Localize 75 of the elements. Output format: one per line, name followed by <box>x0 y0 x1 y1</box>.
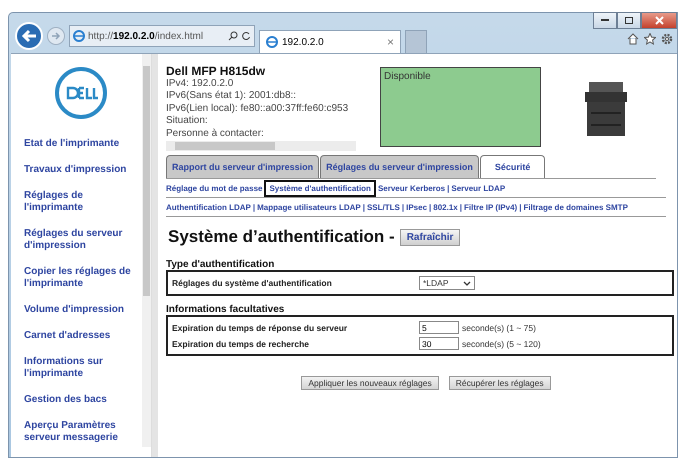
logo-icon <box>54 66 108 120</box>
nav-link[interactable]: Serveur LDAP <box>451 184 506 192</box>
separator-text: | <box>429 202 432 212</box>
sidebar-link[interactable]: Travaux d'impression <box>24 164 137 176</box>
nav-link[interactable]: IPsec <box>406 202 428 212</box>
settings-icon[interactable] <box>661 33 673 45</box>
unit-text: seconde(s) (5 ~ 120) <box>462 338 541 348</box>
nav-link[interactable]: Système d'authentification <box>264 180 376 196</box>
scrollbar[interactable] <box>166 141 356 151</box>
nav-link[interactable]: Réglage du mot de passe <box>166 184 262 192</box>
device-info-text: Situation: <box>166 115 209 128</box>
maximize-icon <box>625 17 633 24</box>
home-icon[interactable] <box>627 33 639 45</box>
device-info-text: IPv6(Sans état 1): 2001:db8:: <box>166 90 298 102</box>
sidebar-link[interactable]: Volume d'impression <box>24 304 137 316</box>
sidebar-link[interactable]: Informations sur l'imprimante <box>24 356 137 380</box>
browser-tab[interactable]: 192.0.2.0 × <box>259 30 401 53</box>
device-info-text: Personne à contacter: <box>166 128 265 140</box>
separator-text: | <box>460 202 462 212</box>
arrow-right-icon <box>51 31 61 41</box>
nav-link[interactable]: Authentification LDAP <box>166 202 251 212</box>
sidebar-link[interactable]: Gestion des bacs <box>24 394 137 406</box>
maximize-button[interactable] <box>617 12 641 29</box>
nav-link[interactable]: SSL/TLS <box>366 202 400 212</box>
select-field[interactable]: *LDAP <box>419 276 475 290</box>
separator-text: | <box>362 202 365 212</box>
separator-text: | <box>252 202 256 212</box>
browser-e-icon <box>73 30 85 42</box>
sidebar-link[interactable]: Réglages de l'imprimante <box>24 190 137 214</box>
device-info-text: IPv4: 192.0.2.0 <box>166 78 234 90</box>
section-title: Type d'authentification <box>166 259 276 270</box>
tab[interactable]: Réglages du serveur d'impression <box>320 155 479 178</box>
close-button[interactable] <box>641 12 677 29</box>
field-label: Expiration du temps de réponse du serveur <box>172 322 348 332</box>
separator-text: | <box>402 202 404 212</box>
tab[interactable]: Sécurité <box>480 155 546 178</box>
nav-link[interactable]: 802.1x <box>433 202 458 212</box>
nav-link[interactable]: Mappage utilisateurs LDAP <box>257 202 361 212</box>
tab[interactable]: Rapport du serveur d'impression <box>166 155 320 178</box>
nav-link[interactable]: Serveur Kerberos <box>378 184 446 192</box>
browser-e-icon <box>266 36 278 48</box>
field-label: Expiration du temps de recherche <box>172 338 310 348</box>
field-label: Réglages du système d'authentification <box>172 278 333 288</box>
page-title: Système d’authentification - <box>168 227 395 247</box>
sidebar-link[interactable]: Copier les réglages de l'imprimante <box>24 266 137 290</box>
nav-link[interactable]: Filtrage de domaines SMTP <box>523 202 628 212</box>
section-title: Informations facultatives <box>166 304 286 315</box>
input-field[interactable]: 5 <box>419 321 459 334</box>
address-bar[interactable]: http://192.0.2.0/index.html <box>69 25 255 47</box>
device-name: Dell MFP H815dw <box>166 65 266 78</box>
separator-text: | <box>519 202 522 212</box>
sidebar-link[interactable]: Réglages du serveur d'impression <box>24 228 137 252</box>
arrow-left-icon <box>21 29 37 43</box>
unit-text: seconde(s) (1 ~ 75) <box>462 322 536 332</box>
back-button[interactable] <box>15 22 43 50</box>
caret-icon <box>463 280 471 286</box>
refresh-icon[interactable] <box>241 31 251 41</box>
sidebar-link[interactable]: Carnet d'adresses <box>24 330 137 342</box>
search-icon[interactable] <box>228 31 238 41</box>
status-panel: Disponible <box>380 67 541 147</box>
scrollbar[interactable] <box>142 54 151 447</box>
star-icon[interactable] <box>644 33 656 45</box>
minimize-button[interactable] <box>593 12 617 29</box>
tab-close-button[interactable]: × <box>386 35 394 49</box>
action-button[interactable]: Récupérer les réglages <box>448 376 551 390</box>
action-button[interactable]: Appliquer les nouveaux réglages <box>301 376 439 390</box>
separator-text: | <box>447 184 450 192</box>
close-icon <box>654 16 664 25</box>
minimize-icon <box>601 19 609 22</box>
input-field[interactable]: 30 <box>419 337 459 350</box>
sidebar-link[interactable]: Etat de l'imprimante <box>24 138 137 150</box>
device-info-text: IPv6(Lien local): fe80::a00:37ff:fe60:c953 <box>166 102 350 115</box>
nav-link[interactable]: Filtre IP (IPv4) <box>464 202 518 212</box>
refresh-button[interactable]: Rafraîchir <box>400 228 460 246</box>
sidebar-link[interactable]: Aperçu Paramètres serveur messagerie <box>24 420 137 444</box>
